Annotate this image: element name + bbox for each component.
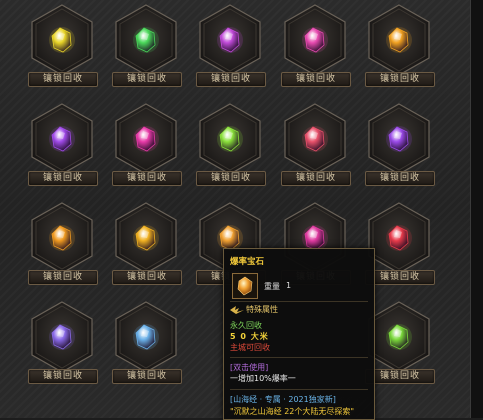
divider [230, 357, 368, 358]
recycle-button[interactable]: 镶锁回收 [196, 171, 266, 186]
inventory-slot[interactable]: 镶锁回收 [359, 2, 439, 98]
hex-frame [368, 301, 430, 373]
hex-frame [115, 103, 177, 175]
tooltip-title: 爆率宝石 [230, 257, 265, 267]
recycle-button[interactable]: 镶锁回收 [281, 171, 351, 186]
recycle-button[interactable]: 镶锁回收 [196, 72, 266, 87]
recycle-button[interactable]: 镶锁回收 [28, 270, 98, 285]
recycle-button[interactable]: 镶锁回收 [112, 72, 182, 87]
section-label: 特殊属性 [246, 305, 278, 314]
hex-frame [31, 202, 93, 274]
recycle-button[interactable]: 镶锁回收 [112, 369, 182, 384]
hex-frame [199, 103, 261, 175]
recycle-button[interactable]: 镶锁回收 [365, 369, 435, 384]
inventory-slot[interactable]: 镶锁回收 [106, 101, 186, 197]
hex-frame [31, 103, 93, 175]
hex-frame [31, 301, 93, 373]
item-tooltip: 爆率宝石 重量 1 特殊属性 永久回收 5 0 大米 主城可回收 [双击使用] … [223, 248, 375, 420]
inventory-slot[interactable]: 镶锁回收 [22, 299, 102, 395]
exclusive-text: [山海经 · 专属 · 2021独家新] [230, 395, 336, 404]
hex-frame [284, 4, 346, 76]
inventory-slot[interactable]: 镶锁回收 [106, 299, 186, 395]
recycle-button[interactable]: 镶锁回收 [365, 171, 435, 186]
recycle-button[interactable]: 镶锁回收 [28, 171, 98, 186]
hex-frame [368, 103, 430, 175]
hex-frame [199, 4, 261, 76]
inventory-slot[interactable]: 镶锁回收 [22, 2, 102, 98]
hex-frame [368, 4, 430, 76]
recycle-button[interactable]: 镶锁回收 [28, 72, 98, 87]
inventory-slot[interactable]: 镶锁回收 [106, 200, 186, 296]
hex-frame [284, 103, 346, 175]
inventory-slot[interactable]: 镶锁回收 [106, 2, 186, 98]
inventory-slot[interactable]: 镶锁回收 [22, 200, 102, 296]
inventory-slot[interactable]: 镶锁回收 [190, 101, 270, 197]
perm-recycle-text: 永久回收 [230, 321, 262, 330]
hex-frame [31, 4, 93, 76]
inventory-slot[interactable]: 镶锁回收 [359, 101, 439, 197]
divider [230, 389, 368, 390]
recycle-button[interactable]: 镶锁回收 [365, 72, 435, 87]
inventory-slot[interactable]: 镶锁回收 [22, 101, 102, 197]
use-hint-text: [双击使用] [230, 363, 269, 372]
hex-frame [368, 202, 430, 274]
wing-icon [230, 306, 244, 314]
gem-icon [232, 273, 258, 299]
inventory-slot[interactable]: 镶锁回收 [275, 101, 355, 197]
recycle-button[interactable]: 镶锁回收 [281, 72, 351, 87]
hex-frame [115, 301, 177, 373]
quote-text: "沉默之山海经 22个大陆无尽探索" [230, 407, 355, 416]
bonus-text: 一增加10%爆率一 [230, 374, 296, 383]
scrollbar[interactable] [470, 0, 483, 418]
recycle-button[interactable]: 镶锁回收 [28, 369, 98, 384]
inventory-slot[interactable]: 镶锁回收 [275, 2, 355, 98]
hex-frame [115, 4, 177, 76]
recycle-button[interactable]: 镶锁回收 [112, 270, 182, 285]
inventory-slot[interactable]: 镶锁回收 [190, 2, 270, 98]
special-attributes-header: 特殊属性 [230, 304, 290, 315]
recycle-button[interactable]: 镶锁回收 [112, 171, 182, 186]
weight-value: 1 [286, 281, 292, 290]
value-text: 5 0 大米 [230, 332, 269, 341]
drop-text: 主城可回收 [230, 343, 270, 352]
divider [230, 301, 368, 302]
hex-frame [115, 202, 177, 274]
weight-label: 重量 [264, 282, 280, 291]
recycle-button[interactable]: 镶锁回收 [365, 270, 435, 285]
